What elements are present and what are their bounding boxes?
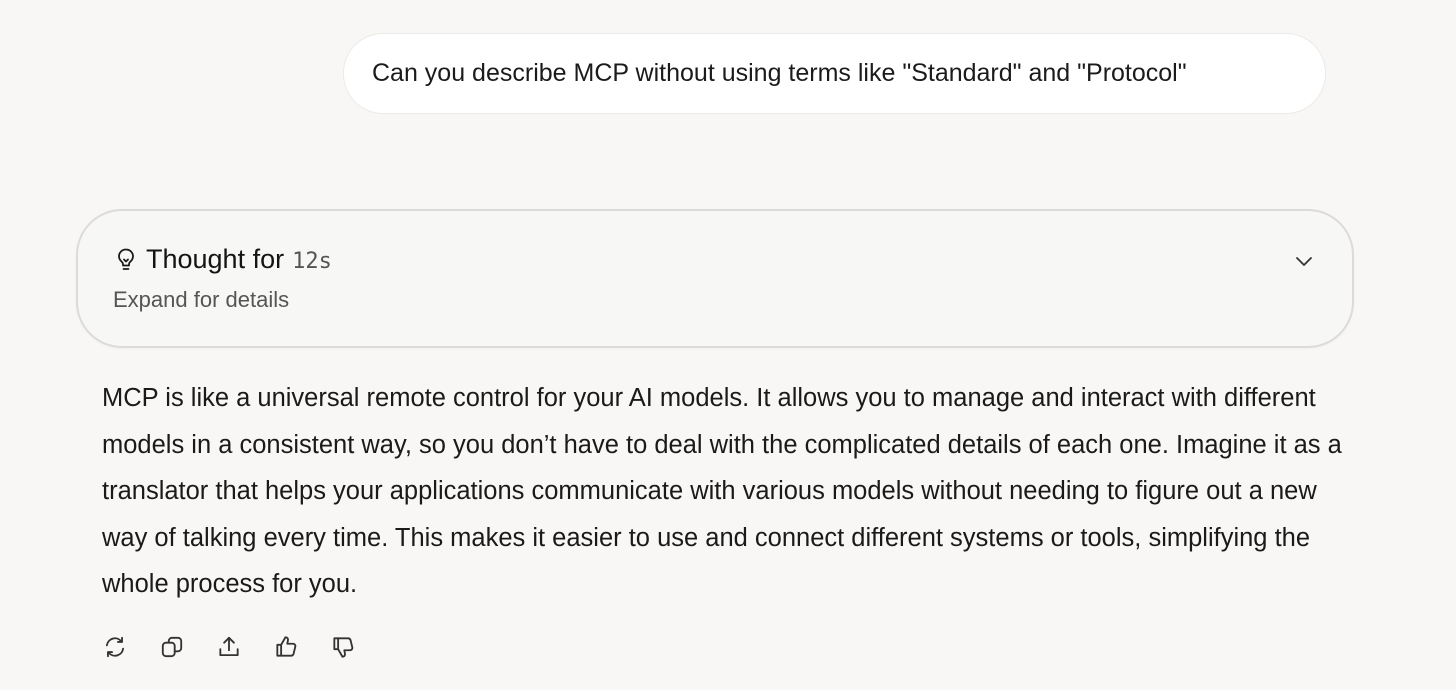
assistant-answer: MCP is like a universal remote control f… xyxy=(102,384,1342,599)
thumbs-up-icon xyxy=(276,636,297,657)
lightbulb-icon xyxy=(114,246,138,274)
user-message-bubble: Can you describe MCP without using terms… xyxy=(343,33,1326,114)
thought-duration: 12s xyxy=(292,249,332,274)
thought-subtitle: Expand for details xyxy=(113,287,290,312)
thought-label: Thought for xyxy=(146,244,285,274)
dislike-button[interactable] xyxy=(329,633,357,661)
thought-header[interactable]: Thought for 12s xyxy=(114,244,332,275)
share-button[interactable] xyxy=(215,633,243,661)
user-message-text: Can you describe MCP without using terms… xyxy=(372,59,1187,87)
thought-panel[interactable]: Thought for 12s Expand for details xyxy=(76,209,1354,348)
message-actions xyxy=(101,633,386,661)
copy-icon xyxy=(161,636,183,658)
chevron-down-icon[interactable] xyxy=(1292,249,1316,273)
refresh-icon xyxy=(105,636,125,658)
copy-button[interactable] xyxy=(158,633,186,661)
like-button[interactable] xyxy=(272,633,300,661)
regenerate-button[interactable] xyxy=(101,633,129,661)
share-icon xyxy=(219,636,239,657)
thumbs-down-icon xyxy=(333,637,354,658)
